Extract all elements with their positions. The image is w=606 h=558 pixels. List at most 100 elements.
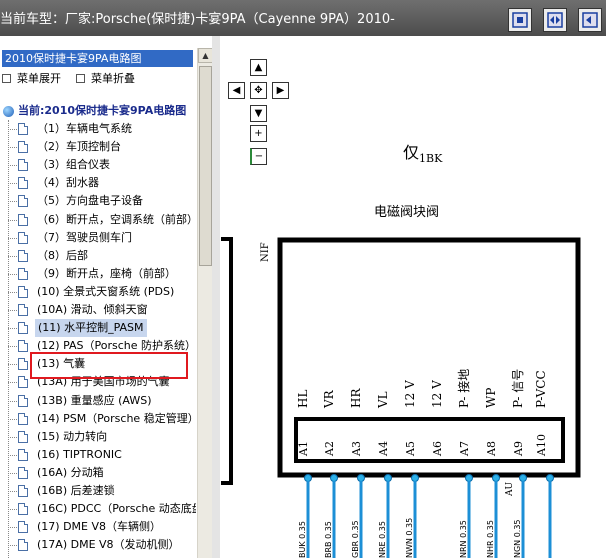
document-icon <box>18 304 28 316</box>
document-icon <box>18 213 28 226</box>
wire-label: GBR 0.35 <box>351 520 360 558</box>
document-icon <box>18 340 28 353</box>
tree-item-label: （7）驾驶员侧车门 <box>37 230 132 244</box>
tree-item-label: (14) PSM（Porsche 稳定管理） <box>37 411 196 425</box>
menu-expand-label: 菜单展开 <box>17 72 61 85</box>
tree-item-label: （5）方向盘电子设备 <box>37 194 143 208</box>
layout-single-button[interactable] <box>508 8 532 32</box>
menu-collapse-button[interactable]: 菜单折叠 <box>76 71 135 87</box>
tree-connector <box>8 120 9 558</box>
tree-item-label: （6）断开点，空调系统（前部） <box>37 212 196 226</box>
document-icon <box>18 394 28 407</box>
tree-connector <box>8 527 17 529</box>
tree-item-label: （9）断开点，座椅（前部） <box>37 266 176 280</box>
module-outline <box>277 237 581 478</box>
layout-single-icon <box>512 12 528 28</box>
au-label: AU <box>505 482 515 497</box>
wire-label: NGN 0.35 <box>513 519 522 558</box>
wire-label: NRE 0.35 <box>378 521 387 558</box>
pin-label: A9 <box>512 441 525 457</box>
document-icon <box>18 267 28 280</box>
tree-item-label: (10) 全景式天窗系统 (PDS) <box>37 284 175 298</box>
signal-label: P- 信号 <box>511 369 525 408</box>
signal-labels: HL VR HR VL 12 V 12 V P- 接地 WP P- 信号 P-VCC <box>296 369 548 409</box>
tree-connector <box>8 291 17 293</box>
signal-label: WP <box>484 388 498 408</box>
tree-item-label: （4）刮水器 <box>37 176 99 190</box>
wire-terminal <box>330 474 338 482</box>
tree-item-label: (17) DME V8（车辆侧） <box>37 520 162 534</box>
document-icon <box>18 448 28 461</box>
tree-item-label: (11) 水平控制_PASM <box>35 319 147 338</box>
wire-terminal <box>465 474 473 482</box>
wire-terminal <box>411 474 419 482</box>
tree-connector <box>8 509 17 511</box>
tree-connector <box>8 418 17 420</box>
pin-label: A8 <box>485 441 498 457</box>
signal-label: HL <box>296 390 310 408</box>
document-icon <box>18 285 28 298</box>
tree-connector <box>8 255 17 257</box>
scroll-up-arrow-icon[interactable]: ▲ <box>198 48 213 63</box>
tree-item-label: （1）车辆电气系统 <box>37 122 132 135</box>
pane-divider[interactable] <box>212 36 220 558</box>
module-title: 电磁阀块阀 <box>374 205 439 220</box>
pin-label: A3 <box>350 441 363 457</box>
menu-collapse-label: 菜单折叠 <box>91 72 135 85</box>
tree-item-label: (13B) 重量感应 (AWS) <box>37 393 152 407</box>
tree-item-label: (16C) PDCC（Porsche 动态底盘） <box>37 502 196 516</box>
tree-item-label: (16) TIPTRONIC <box>37 447 122 461</box>
tree-item-label: （3）组合仪表 <box>37 158 110 172</box>
document-icon <box>18 485 28 497</box>
window-title: 当前车型：厂家:Porsche(保时捷)卡宴9PA（Cayenne 9PA）20… <box>0 12 395 27</box>
document-icon <box>18 503 28 516</box>
wire-terminal <box>304 474 312 482</box>
document-icon <box>18 322 28 335</box>
diagram-heading: 仅1BK <box>403 143 443 165</box>
tree-connector <box>8 491 17 492</box>
tree-connector <box>8 273 17 275</box>
tree-connector <box>8 472 17 474</box>
layout-triple-button[interactable] <box>578 8 602 32</box>
document-icon <box>18 141 28 154</box>
wire-label: NWN 0.35 <box>405 518 414 558</box>
wire-label: BRB 0.35 <box>324 521 333 558</box>
layout-split-button[interactable] <box>543 8 567 32</box>
collapse-icon <box>76 73 85 83</box>
globe-icon <box>3 105 14 117</box>
document-icon <box>18 358 28 371</box>
layout-split-icon <box>547 12 563 28</box>
wiring-diagram: 仅1BK 电磁阀块阀 NIF HL VR HR VL 12 V 12 V P- 接地 WP P-… <box>221 143 581 558</box>
sidebar-header[interactable]: 2010保时捷卡宴9PA电路图 <box>2 50 193 67</box>
tree-connector <box>8 436 17 438</box>
tree-view: 当前:2010保时捷卡宴9PA电路图 （1）车辆电气系统 （2）车顶控制台 （3）组… <box>0 100 196 558</box>
document-icon <box>18 412 28 425</box>
pin-label: A10 <box>535 434 548 457</box>
tree-connector <box>8 454 17 456</box>
pin-label: A1 <box>297 441 310 457</box>
document-icon <box>18 123 28 135</box>
tree-connector <box>8 328 17 330</box>
tree-connector <box>8 201 17 203</box>
tree-connector <box>8 400 17 402</box>
document-icon <box>18 466 28 479</box>
document-icon <box>18 249 28 262</box>
signal-label: P-VCC <box>534 370 548 408</box>
tree-item-label: （2）车顶控制台 <box>37 140 121 154</box>
menu-expand-button[interactable]: 菜单展开 <box>2 71 61 87</box>
pin-label: A2 <box>323 441 336 457</box>
tree-connector <box>8 129 17 130</box>
signal-label: VL <box>376 391 390 409</box>
sidebar-scrollbar[interactable]: ▲ <box>197 48 213 558</box>
tree-root[interactable]: 当前:2010保时捷卡宴9PA电路图 <box>3 102 186 120</box>
wire-label: NRN 0.35 <box>459 520 468 558</box>
tree-connector <box>8 147 17 149</box>
document-icon <box>18 521 28 534</box>
tree-connector <box>8 310 17 311</box>
pin-labels: A1 A2 A3 A4 A5 A6 A7 A8 A9 A10 <box>297 434 548 457</box>
tree-connector <box>8 346 17 348</box>
tree-connector <box>8 364 17 366</box>
pin-label: A7 <box>458 441 471 457</box>
tree-item-label: (17A) DME V8（发动机侧） <box>37 538 180 552</box>
scroll-thumb[interactable] <box>199 66 212 266</box>
